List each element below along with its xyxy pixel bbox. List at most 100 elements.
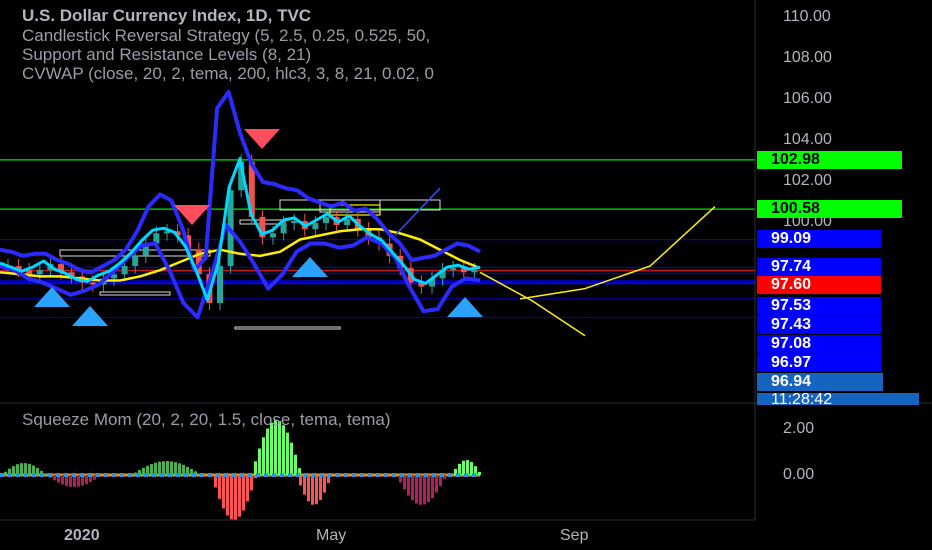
momentum-bar-up bbox=[466, 460, 469, 475]
candle-body bbox=[280, 223, 287, 234]
momentum-bar-up bbox=[4, 471, 7, 475]
momentum-bar-down bbox=[222, 475, 225, 509]
squeeze-dot bbox=[96, 473, 100, 477]
squeeze-dot bbox=[184, 473, 188, 477]
squeeze-dot bbox=[24, 473, 28, 477]
momentum-bar-down bbox=[407, 475, 410, 496]
candle-body bbox=[26, 270, 33, 275]
squeeze-momentum-histogram bbox=[0, 420, 481, 520]
squeeze-dot bbox=[16, 473, 20, 477]
momentum-bar-up bbox=[258, 448, 261, 475]
momentum-bar-down bbox=[218, 475, 221, 499]
legend-squeeze-mom: Squeeze Mom (20, 2, 20, 1.5, close, tema… bbox=[22, 410, 391, 429]
candle-body bbox=[471, 270, 478, 273]
squeeze-dot bbox=[376, 473, 380, 477]
squeeze-dot bbox=[432, 473, 436, 477]
squeeze-dot bbox=[208, 473, 212, 477]
price-tick: 108.00 bbox=[783, 49, 832, 66]
squeeze-dot bbox=[424, 473, 428, 477]
candle-body bbox=[270, 233, 276, 238]
legend-candlestick-strategy: Candlestick Reversal Strategy (5, 2.5, 0… bbox=[22, 26, 431, 45]
squeeze-dot bbox=[224, 473, 228, 477]
momentum-bar-down bbox=[69, 475, 72, 487]
squeeze-dot bbox=[288, 473, 292, 477]
momentum-bar-up bbox=[286, 432, 289, 475]
candle-body bbox=[450, 268, 457, 271]
squeeze-dot bbox=[136, 473, 140, 477]
candle-body bbox=[121, 266, 128, 275]
squeeze-dot bbox=[464, 473, 468, 477]
price-label-102-98: 102.98 bbox=[757, 151, 902, 169]
squeeze-dot bbox=[408, 473, 412, 477]
squeeze-dot bbox=[392, 473, 396, 477]
squeeze-dot bbox=[472, 473, 476, 477]
momentum-bar-down bbox=[435, 475, 438, 493]
momentum-bar-down bbox=[419, 475, 422, 505]
squeeze-dot bbox=[352, 473, 356, 477]
price-label-96-94: 96.94 bbox=[757, 373, 883, 391]
trend-line bbox=[394, 187, 441, 236]
squeeze-dot bbox=[160, 473, 164, 477]
momentum-tick: 0.00 bbox=[783, 466, 815, 483]
squeeze-dot bbox=[192, 473, 196, 477]
squeeze-dot bbox=[272, 473, 276, 477]
momentum-bar-down bbox=[411, 475, 414, 501]
forecast-up-line bbox=[519, 206, 716, 300]
momentum-bar-down bbox=[427, 475, 430, 503]
squeeze-dot bbox=[280, 473, 284, 477]
momentum-bar-up bbox=[254, 461, 257, 475]
sr-box bbox=[99, 291, 171, 296]
momentum-tick: 2.00 bbox=[783, 420, 815, 437]
momentum-bar-down bbox=[93, 475, 96, 480]
candle-body bbox=[132, 255, 139, 267]
squeeze-dot bbox=[232, 473, 236, 477]
momentum-bar-up bbox=[282, 425, 285, 475]
squeeze-dot bbox=[368, 473, 372, 477]
time-tick: May bbox=[316, 527, 347, 544]
momentum-bar-down bbox=[319, 475, 322, 501]
momentum-bar-up bbox=[44, 474, 47, 475]
price-label-97-43: 97.43 bbox=[757, 316, 881, 334]
squeeze-dot bbox=[152, 473, 156, 477]
momentum-bar-down bbox=[423, 475, 426, 505]
price-label-last-97-60: 97.60 bbox=[757, 276, 881, 294]
squeeze-dot bbox=[264, 473, 268, 477]
momentum-bar-down bbox=[415, 475, 418, 504]
momentum-bar-up bbox=[290, 442, 293, 475]
momentum-bar-up bbox=[28, 463, 31, 475]
squeeze-dot bbox=[48, 473, 52, 477]
bearish-marker bbox=[244, 129, 280, 149]
momentum-bar-up bbox=[12, 466, 15, 475]
squeeze-dot bbox=[176, 473, 180, 477]
momentum-bar-down bbox=[230, 475, 233, 520]
squeeze-dot bbox=[144, 473, 148, 477]
squeeze-dot bbox=[304, 473, 308, 477]
squeeze-dot bbox=[248, 473, 252, 477]
momentum-bar-down bbox=[311, 475, 314, 505]
momentum-bar-up bbox=[170, 461, 173, 475]
squeeze-dot bbox=[72, 473, 76, 477]
squeeze-dot bbox=[128, 473, 132, 477]
momentum-bar-down bbox=[431, 475, 434, 499]
momentum-bar-up bbox=[162, 461, 165, 475]
price-label-99-09: 99.09 bbox=[757, 230, 881, 248]
momentum-bar-up bbox=[294, 454, 297, 475]
momentum-bar-down bbox=[226, 475, 229, 516]
squeeze-dot bbox=[32, 473, 36, 477]
squeeze-dot bbox=[104, 473, 108, 477]
squeeze-dot bbox=[416, 473, 420, 477]
candle-body bbox=[36, 270, 43, 275]
candlesticks bbox=[5, 154, 478, 311]
momentum-bar-up bbox=[462, 460, 465, 475]
candle-body bbox=[217, 266, 223, 303]
squeeze-dot bbox=[240, 473, 244, 477]
squeeze-dot bbox=[64, 473, 68, 477]
squeeze-dot bbox=[320, 473, 324, 477]
momentum-bar-down bbox=[250, 475, 253, 491]
price-tick: 106.00 bbox=[783, 90, 832, 107]
candle-body bbox=[344, 218, 351, 226]
momentum-bar-down bbox=[238, 475, 241, 517]
candle-body bbox=[291, 221, 298, 224]
momentum-bar-down bbox=[315, 475, 318, 505]
time-tick: 2020 bbox=[64, 527, 100, 544]
